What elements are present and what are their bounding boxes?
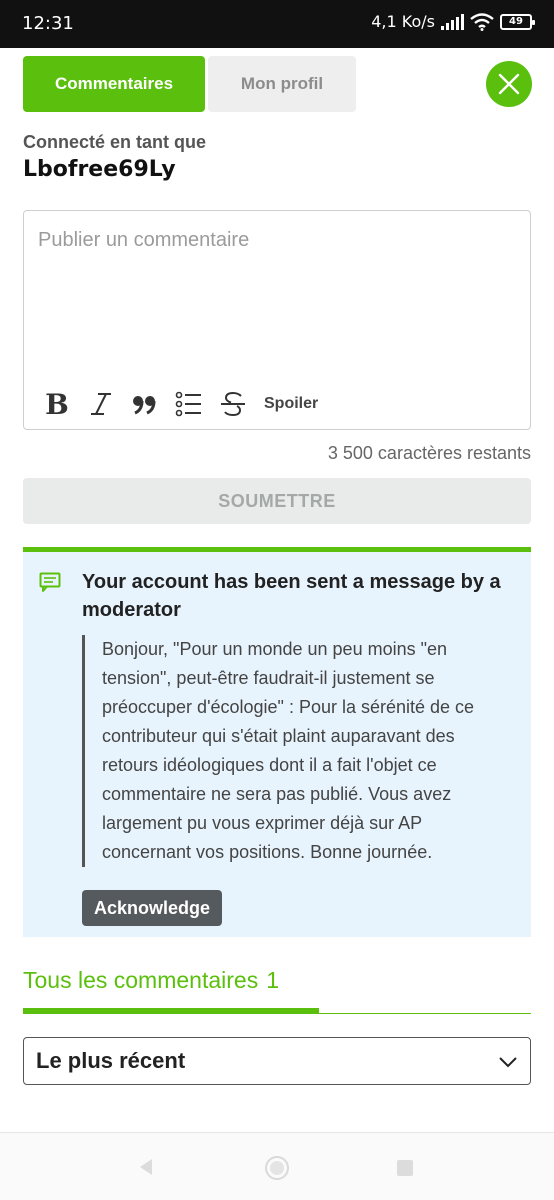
message-icon bbox=[39, 572, 61, 592]
system-nav-bar bbox=[0, 1132, 554, 1200]
battery-icon: 49 bbox=[500, 13, 535, 30]
strikethrough-icon[interactable] bbox=[218, 389, 248, 419]
sort-selected-value: Le plus récent bbox=[36, 1048, 186, 1073]
recent-apps-icon[interactable] bbox=[397, 1160, 413, 1176]
submit-button[interactable]: SOUMETTRE bbox=[23, 478, 531, 524]
moderator-message-title: Your account has been sent a message by … bbox=[82, 571, 501, 621]
chevron-down-icon bbox=[499, 1057, 517, 1068]
status-bar: 12:31 4,1 Ko/s 49 bbox=[0, 0, 554, 48]
close-icon bbox=[498, 73, 520, 95]
editor-toolbar: B Spoiler bbox=[42, 388, 318, 421]
acknowledge-button[interactable]: Acknowledge bbox=[82, 890, 223, 926]
status-time: 12:31 bbox=[22, 13, 74, 34]
moderator-message-body: Bonjour, "Pour un monde un peu moins "en… bbox=[82, 635, 512, 867]
wifi-icon bbox=[470, 12, 494, 31]
all-comments-header[interactable]: Tous les commentaires 1 bbox=[23, 967, 279, 994]
close-button[interactable] bbox=[486, 61, 532, 107]
network-speed: 4,1 Ko/s bbox=[371, 12, 435, 31]
quote-icon[interactable] bbox=[130, 389, 160, 419]
comments-tab-indicator bbox=[23, 1008, 319, 1014]
connected-as-label: Connecté en tant que bbox=[23, 132, 207, 152]
tab-profile[interactable]: Mon profil bbox=[208, 56, 356, 112]
comment-editor: B Spoiler bbox=[23, 210, 531, 430]
bold-icon[interactable]: B bbox=[42, 388, 72, 421]
spoiler-button[interactable]: Spoiler bbox=[264, 395, 318, 413]
status-right: 4,1 Ko/s 49 bbox=[371, 12, 535, 31]
chars-remaining: 3 500 caractères restants bbox=[327, 443, 531, 463]
all-comments-title: Tous les commentaires bbox=[23, 967, 259, 993]
comment-input[interactable] bbox=[24, 211, 530, 371]
italic-icon[interactable] bbox=[86, 389, 116, 419]
comment-count: 1 bbox=[266, 967, 279, 993]
username: Lbofree69Ly bbox=[23, 157, 176, 182]
tab-comments[interactable]: Commentaires bbox=[23, 56, 205, 112]
signal-icon bbox=[441, 13, 464, 30]
sort-dropdown[interactable]: Le plus récent bbox=[23, 1037, 531, 1085]
back-icon[interactable] bbox=[136, 1157, 156, 1177]
home-icon[interactable] bbox=[265, 1156, 289, 1180]
list-icon[interactable] bbox=[174, 389, 204, 419]
moderator-message: Your account has been sent a message by … bbox=[23, 547, 531, 937]
